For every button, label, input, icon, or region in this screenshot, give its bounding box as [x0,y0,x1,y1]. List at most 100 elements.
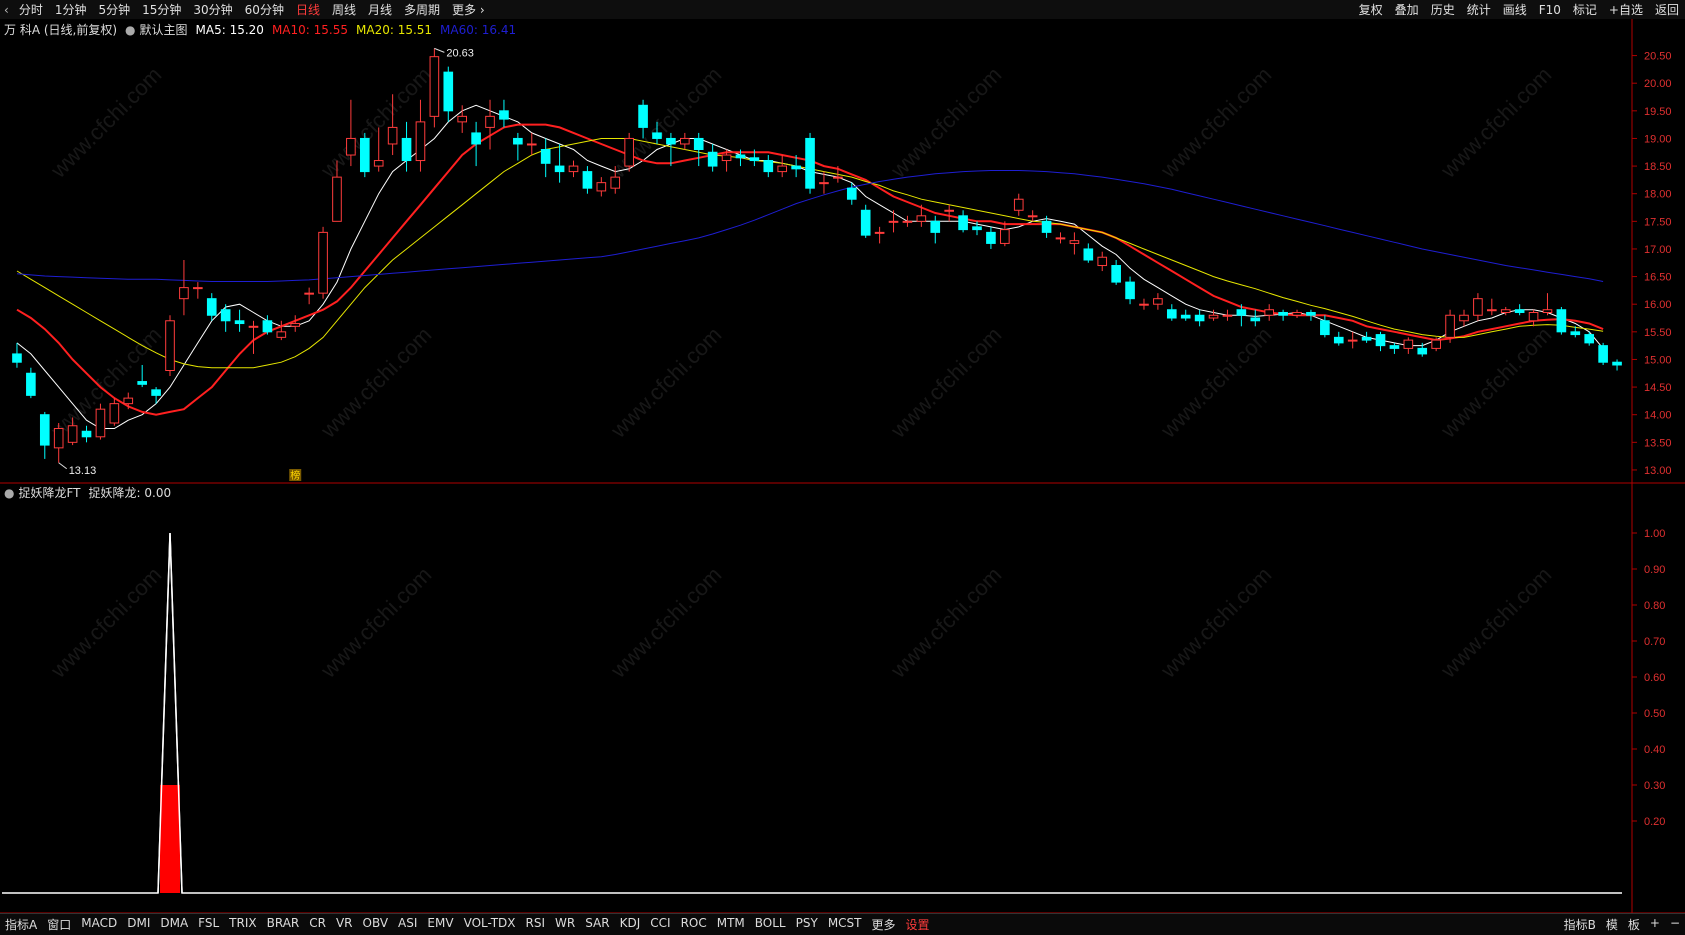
watermark-text: www.cfchi.com [605,322,726,443]
toolbar-action[interactable]: +自选 [1603,1,1649,18]
toolbar-action[interactable]: 复权 [1353,1,1389,18]
toolbar-action[interactable]: 叠加 [1389,1,1425,18]
template-name[interactable]: 默认主图 [140,21,188,38]
indicator-tab[interactable]: DMI [122,916,155,933]
indicator-tab[interactable]: 指标A [0,916,42,933]
indicator-bar-action[interactable]: 模 [1601,916,1623,933]
indicator-name[interactable]: 捉妖降龙FT [18,484,80,501]
indicator-tick-label: 0.30 [1644,780,1665,792]
indicator-tab[interactable]: 更多 [867,916,901,933]
indicator-tabs: 指标A 窗口 MACD DMI DMA FSL TRIX BRAR CR VR OBV ASI EMV V… [0,916,935,933]
indicator-tab[interactable]: 设置 [901,916,935,933]
candle-body [318,231,328,294]
indicator-tab[interactable]: CCI [645,916,675,933]
low-label: 13.13 [69,465,97,477]
candle-body [888,220,899,223]
candle-body [735,154,746,159]
indicator-tab[interactable]: PSY [791,916,823,933]
candle-body [680,137,690,145]
period-tab[interactable]: 1分钟 [49,1,93,18]
candle-body [1208,314,1219,319]
candle-body [457,115,468,123]
candle-body [67,425,78,443]
indicator-tab[interactable]: MACD [76,916,122,933]
indicator-menu-icon[interactable]: ● [4,486,14,500]
indicator-tab[interactable]: VR [331,916,358,933]
indicator-tab[interactable]: BRAR [262,916,305,933]
indicator-tab[interactable]: EMV [422,916,458,933]
indicator-tab[interactable]: TRIX [224,916,261,933]
ma10-label: MA10: 15.55 [271,22,348,37]
candle-body [833,176,843,179]
left-arrow-icon[interactable]: ‹ [0,3,13,17]
candle-body [1598,345,1608,363]
indicator-tab[interactable]: SAR [580,916,614,933]
toolbar-action[interactable]: 返回 [1649,1,1685,18]
indicator-tab[interactable]: BOLL [750,916,791,933]
period-tab[interactable]: 30分钟 [187,1,238,18]
period-tab[interactable]: 周线 [326,1,362,18]
candle-body [763,160,774,173]
candle-body [874,231,885,234]
candle-body [39,414,50,446]
indicator-tick-label: 0.50 [1644,708,1665,720]
indicator-tab[interactable]: CR [304,916,331,933]
indicator-tab[interactable]: OBV [358,916,394,933]
indicator-tab[interactable]: RSI [521,916,551,933]
candle-body [540,149,551,164]
period-tab[interactable]: 15分钟 [136,1,187,18]
indicator-tab[interactable]: MCST [823,916,867,933]
indicator-bar-action[interactable]: 板 [1623,916,1645,933]
toolbar-action[interactable]: 标记 [1567,1,1603,18]
candle-body [109,403,120,424]
price-tick-label: 16.50 [1644,272,1672,284]
price-tick-label: 13.00 [1644,465,1672,477]
indicator-bar-action[interactable]: − [1665,916,1685,933]
toolbar-action[interactable]: 统计 [1461,1,1497,18]
candle-body [262,320,273,333]
candle-body [1166,309,1177,319]
indicator-bar-action[interactable]: + [1645,916,1665,933]
period-tab[interactable]: 更多 › [446,1,491,18]
indicator-tab[interactable]: KDJ [615,916,646,933]
indicator-tab[interactable]: ASI [393,916,422,933]
template-icon[interactable]: ● [125,23,135,37]
candle-body [1556,309,1567,333]
indicator-bar [160,785,181,893]
indicator-bar-action[interactable]: 指标B [1559,916,1601,933]
indicator-tab[interactable]: DMA [155,916,193,933]
indicator-tab[interactable]: ROC [676,916,712,933]
indicator-tab[interactable]: WR [550,916,580,933]
candle-body [1069,240,1080,244]
indicator-tab[interactable]: VOL-TDX [459,916,521,933]
watermark-text: www.cfchi.com [885,62,1006,183]
candle-body [582,171,593,189]
period-tab[interactable]: 多周期 [398,1,446,18]
price-tick-label: 14.00 [1644,410,1672,422]
candle-body [958,215,968,231]
candle-body [346,137,356,156]
toolbar-action[interactable]: 画线 [1497,1,1533,18]
period-tab[interactable]: 60分钟 [239,1,290,18]
indicator-tab[interactable]: FSL [193,916,224,933]
candle-body [26,372,36,396]
candle-body [53,428,64,449]
indicator-tab[interactable]: MTM [712,916,750,933]
watermark-text: www.cfchi.com [605,562,726,683]
watermark-text: www.cfchi.com [45,62,166,183]
indicator-bar: 指标A 窗口 MACD DMI DMA FSL TRIX BRAR CR VR OBV ASI EMV V… [0,913,1685,935]
period-tab[interactable]: 日线 [290,1,326,18]
candle-body [220,309,231,322]
candle-body [151,389,161,396]
candle-body [860,209,871,236]
period-tab[interactable]: 分时 [13,1,49,18]
watermark-text: www.cfchi.com [1435,562,1556,683]
period-tab[interactable]: 5分钟 [92,1,136,18]
toolbar-action[interactable]: 历史 [1425,1,1461,18]
indicator-tab[interactable]: 窗口 [42,916,76,933]
watermark-group: www.cfchi.com www.cfchi.com www.cfchi.com w… [45,62,1556,683]
period-tab[interactable]: 月线 [362,1,398,18]
high-label: 20.63 [446,47,474,59]
toolbar-action[interactable]: F10 [1533,3,1567,17]
candle-body [95,408,106,438]
